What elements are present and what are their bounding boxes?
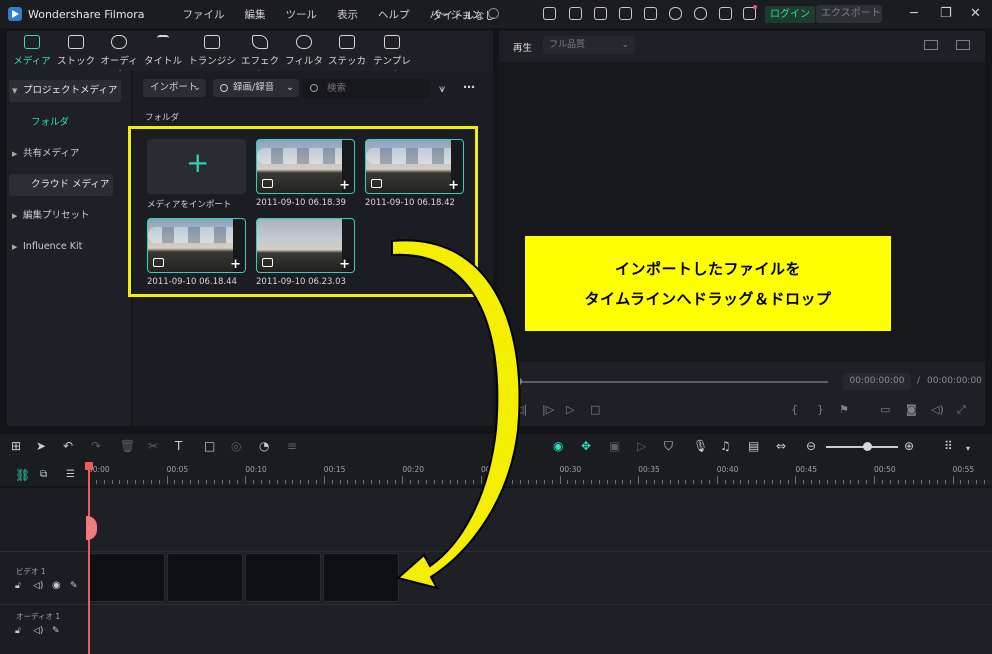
drag-arrow-annotation <box>391 239 521 590</box>
curved-arrow-shape <box>391 239 521 590</box>
